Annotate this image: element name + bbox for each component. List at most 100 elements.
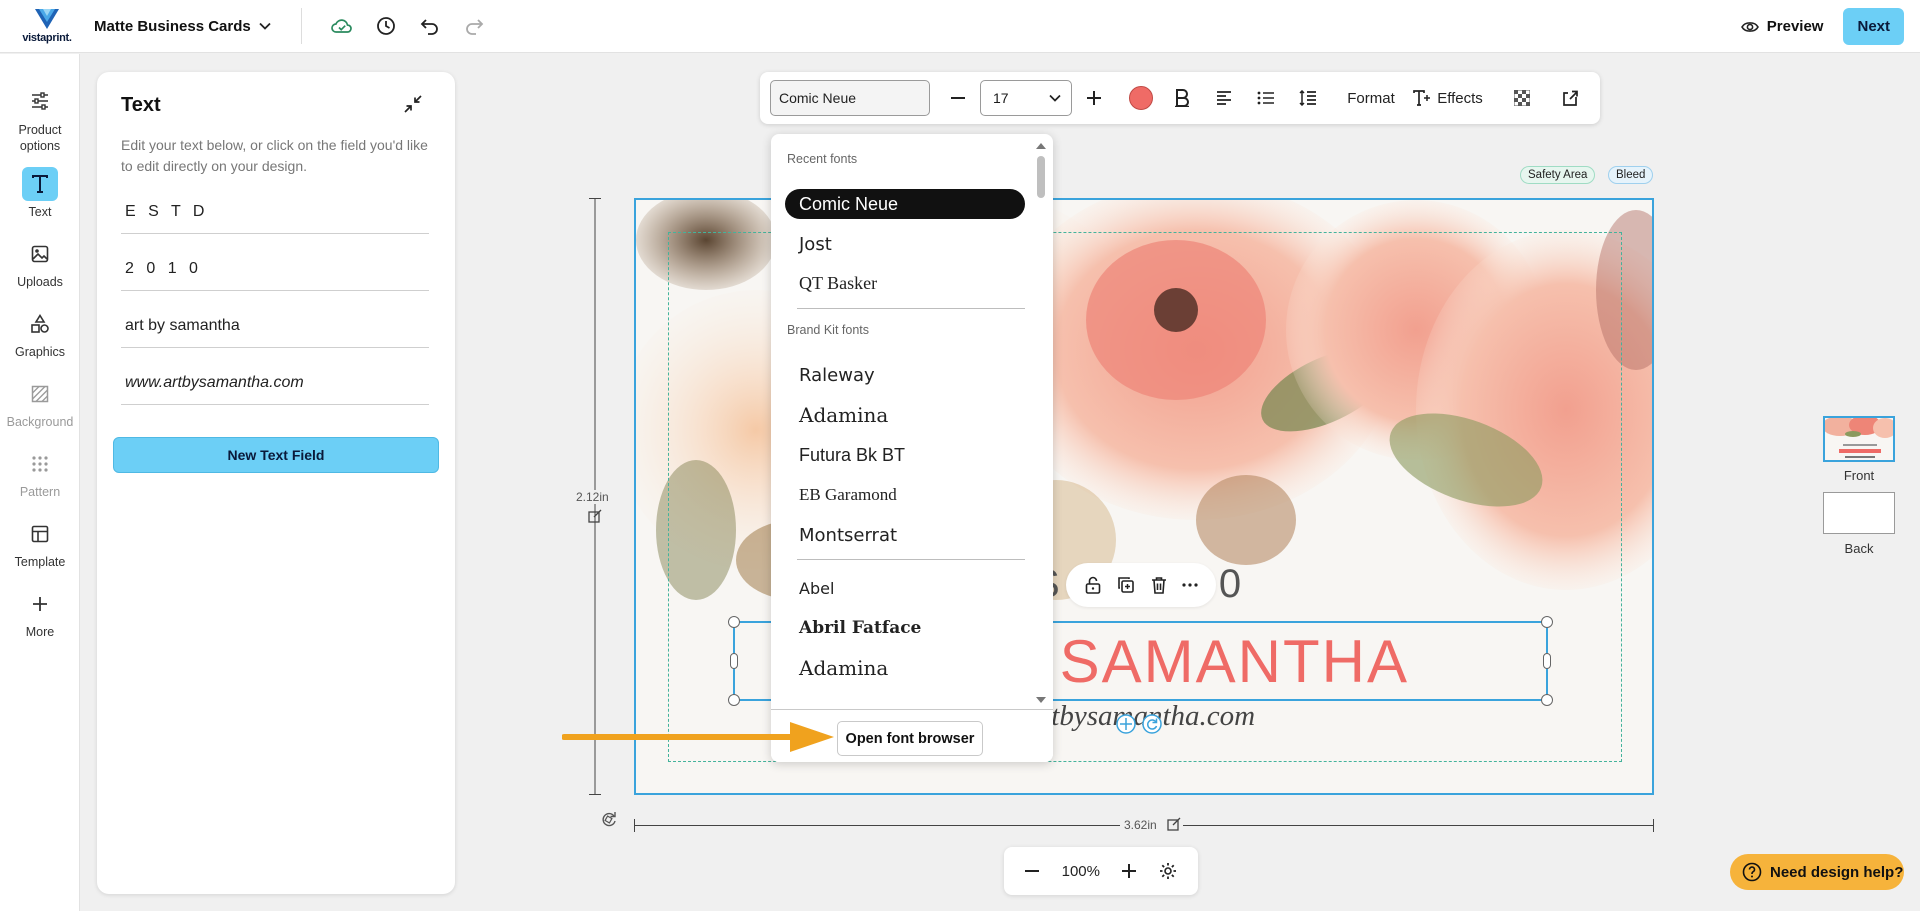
- undo-icon[interactable]: [408, 4, 452, 48]
- text-icon: [22, 167, 58, 201]
- safety-area-badge: Safety Area: [1520, 166, 1596, 184]
- unlock-icon[interactable]: [1084, 576, 1102, 594]
- resize-handle[interactable]: [728, 616, 740, 628]
- resize-handle[interactable]: [1541, 694, 1553, 706]
- rail-item-template[interactable]: Template: [0, 517, 80, 569]
- font-option-abril-fatface[interactable]: Abril Fatface: [785, 613, 1025, 643]
- zoom-controls: 100%: [1004, 847, 1198, 895]
- front-preview-image: [1825, 418, 1893, 460]
- resize-handle[interactable]: [730, 653, 738, 669]
- vistaprint-logo[interactable]: vistaprint.: [0, 0, 94, 53]
- font-option-abel[interactable]: Abel: [785, 573, 1025, 603]
- font-size-select[interactable]: 17: [980, 80, 1072, 116]
- rail-item-product-options[interactable]: Product options: [0, 84, 80, 154]
- panel-help-text: Edit your text below, or click on the fi…: [121, 137, 428, 174]
- resize-handle[interactable]: [1543, 653, 1551, 669]
- rail-item-pattern[interactable]: Pattern: [0, 447, 80, 499]
- font-option-raleway[interactable]: Raleway: [785, 360, 1025, 390]
- preview-button[interactable]: Preview: [1735, 10, 1830, 43]
- line-spacing-button[interactable]: [1294, 80, 1322, 116]
- font-option-adamina[interactable]: Adamina: [785, 400, 1025, 430]
- effects-button[interactable]: Effects: [1410, 80, 1486, 116]
- left-rail: Product options Text Uploads Graphics Ba…: [0, 54, 80, 911]
- font-option-adamina[interactable]: Adamina: [785, 653, 1025, 683]
- background-icon: [22, 377, 58, 411]
- front-page-thumbnail[interactable]: [1823, 416, 1895, 462]
- effects-label: Effects: [1437, 89, 1483, 107]
- product-selector[interactable]: Matte Business Cards: [94, 18, 271, 35]
- font-dropdown: Recent fonts Comic Neue Jost QT Basker B…: [771, 134, 1053, 762]
- rail-item-background[interactable]: Background: [0, 377, 80, 429]
- font-family-input[interactable]: [770, 80, 930, 116]
- text-field-url[interactable]: www.artbysamantha.com: [121, 363, 429, 405]
- zoom-in-icon[interactable]: [1122, 864, 1137, 878]
- new-text-field-button[interactable]: New Text Field: [113, 437, 439, 473]
- decrease-size-button[interactable]: [946, 80, 970, 116]
- eye-icon: [1740, 21, 1759, 32]
- rotate-icon[interactable]: [1142, 714, 1162, 734]
- history-icon[interactable]: [364, 4, 408, 48]
- next-button[interactable]: Next: [1843, 8, 1904, 45]
- rail-item-uploads[interactable]: Uploads: [0, 237, 80, 289]
- increase-size-button[interactable]: [1082, 80, 1106, 116]
- text-color-button[interactable]: [1126, 80, 1156, 116]
- align-left-icon: [1217, 91, 1231, 105]
- rail-label: Pattern: [19, 485, 61, 499]
- back-page-thumbnail[interactable]: [1823, 492, 1895, 534]
- logo-text: vistaprint.: [22, 31, 72, 44]
- rail-item-graphics[interactable]: Graphics: [0, 307, 80, 359]
- need-design-help-button[interactable]: Need design help?: [1730, 854, 1904, 890]
- font-option-eb-garamond[interactable]: EB Garamond: [785, 480, 1025, 510]
- arrange-icon: [1563, 90, 1578, 106]
- rail-item-text[interactable]: Text: [0, 167, 80, 219]
- font-option-qt-basker[interactable]: QT Basker: [785, 268, 1025, 298]
- move-icon[interactable]: [1116, 714, 1136, 734]
- divider: [300, 8, 302, 44]
- align-button[interactable]: [1210, 80, 1238, 116]
- list-button[interactable]: [1252, 80, 1280, 116]
- dropdown-scrollbar[interactable]: [1035, 142, 1047, 704]
- font-option-montserrat[interactable]: Montserrat: [785, 520, 1025, 550]
- arrange-button[interactable]: [1556, 80, 1584, 116]
- font-option-comic-neue[interactable]: Comic Neue: [785, 189, 1025, 219]
- annotation-arrow: [562, 722, 834, 752]
- collapse-icon[interactable]: [403, 94, 427, 118]
- resize-handle[interactable]: [728, 694, 740, 706]
- cloud-saved-icon[interactable]: [320, 4, 364, 48]
- delete-icon[interactable]: [1151, 576, 1167, 594]
- more-options-icon[interactable]: [1182, 583, 1198, 587]
- transparency-button[interactable]: [1508, 80, 1536, 116]
- height-label: 2.12in: [572, 490, 613, 504]
- font-option-jost[interactable]: Jost: [785, 229, 1025, 259]
- scroll-up-icon[interactable]: [1035, 142, 1047, 150]
- redo-icon[interactable]: [452, 4, 496, 48]
- font-option-futura[interactable]: Futura Bk BT: [785, 440, 1025, 470]
- edit-width-icon[interactable]: [1167, 817, 1181, 836]
- bold-button[interactable]: [1168, 80, 1196, 116]
- rail-label: Background: [6, 415, 74, 429]
- divider: [797, 559, 1025, 560]
- format-button[interactable]: Format: [1338, 80, 1404, 116]
- minus-icon: [951, 97, 965, 99]
- gear-icon[interactable]: [1159, 862, 1177, 880]
- duplicate-icon[interactable]: [1117, 576, 1135, 594]
- text-field-year[interactable]: 2 0 1 0: [121, 249, 429, 291]
- text-field-estd[interactable]: E S T D: [121, 192, 429, 234]
- open-font-browser-button[interactable]: Open font browser: [837, 721, 983, 756]
- dimension-tick: [1653, 819, 1654, 832]
- zoom-out-icon[interactable]: [1025, 870, 1040, 872]
- text-field-name[interactable]: art by samantha: [121, 306, 429, 348]
- scroll-down-icon[interactable]: [1035, 696, 1047, 704]
- scrollbar-thumb[interactable]: [1037, 156, 1045, 198]
- rotate-canvas-icon[interactable]: [600, 810, 618, 833]
- question-icon: [1742, 862, 1762, 882]
- rail-label: Graphics: [14, 345, 66, 359]
- plus-icon: [22, 587, 58, 621]
- resize-handle[interactable]: [1541, 616, 1553, 628]
- rail-item-more[interactable]: More: [0, 587, 80, 639]
- edit-height-icon[interactable]: [588, 509, 602, 528]
- logo-mark-icon: [35, 8, 59, 29]
- font-size-value: 17: [993, 90, 1009, 106]
- rail-label: Text: [28, 205, 52, 219]
- divider: [797, 308, 1025, 309]
